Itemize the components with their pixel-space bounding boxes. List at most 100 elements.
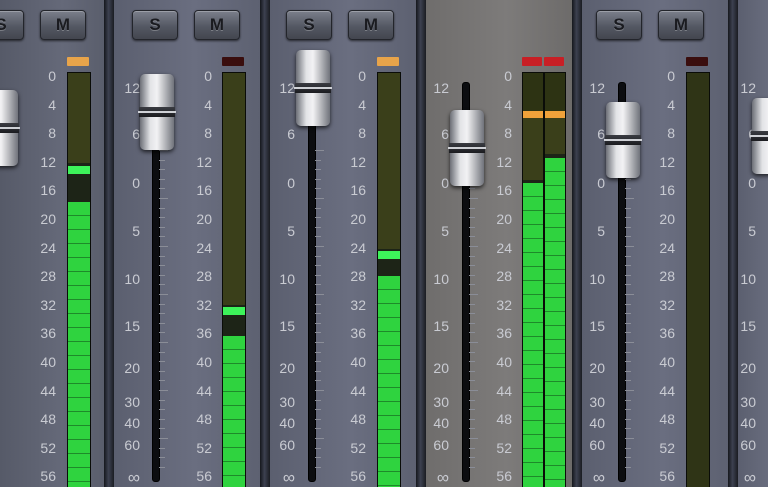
- fader-scale-label: 40: [124, 415, 140, 431]
- meter-scale-label: 52: [350, 439, 366, 456]
- fader-tick: [159, 265, 165, 267]
- fader-scale: 12605101520304060∞: [738, 0, 756, 487]
- fader-scale-label: 12: [740, 80, 756, 96]
- fader-tick: [159, 150, 168, 151]
- fader-tick: [159, 361, 165, 363]
- fader-scale-label: 20: [740, 360, 756, 376]
- fader-scale-infinity: ∞: [592, 468, 605, 487]
- fader-tick: [159, 409, 165, 411]
- fader-tick: [159, 322, 165, 324]
- fader-tick: [315, 466, 321, 468]
- meter-scale-label: 32: [196, 296, 212, 313]
- fader-tick: [625, 274, 631, 276]
- fader-tick: [159, 217, 165, 219]
- fader-tick: [315, 188, 321, 190]
- fader-tick: [159, 169, 165, 171]
- channel-strip-2: S M 12 6 0 5 10 15 20 30 40 60 ∞ 0 4 8 12 16 20 24 28 32 36…: [114, 0, 260, 487]
- meter-scale-label: 48: [496, 411, 512, 428]
- fader-tick: [159, 399, 165, 401]
- meter-scale-label: 28: [659, 268, 675, 285]
- meter-scale-label: 20: [659, 211, 675, 227]
- channel-strip-3: S M 12 6 0 5 10 15 20 30 40 60 ∞ 0 4 8 12 16 20 24 28 32 36…: [270, 0, 416, 487]
- fader-handle[interactable]: [0, 90, 20, 166]
- fader-scale-label: 20: [279, 360, 295, 376]
- fader-tick: [315, 447, 321, 449]
- fader-tick: [625, 390, 634, 391]
- meter-scale-label: 0: [504, 68, 512, 84]
- meter-scale-label: 32: [659, 296, 675, 313]
- fader-tick: [625, 313, 631, 315]
- clip-indicator: [222, 57, 244, 66]
- meter-scale-label: 8: [48, 125, 56, 142]
- meter-scale-label: 24: [40, 239, 56, 256]
- fader-tick: [315, 361, 321, 363]
- fader-tick: [159, 226, 165, 228]
- level-meter: [222, 72, 246, 487]
- fader-ticks: [315, 150, 324, 480]
- meter-scale-label: 40: [350, 354, 366, 370]
- fader-scale-label: 12: [124, 80, 140, 96]
- fader-scale-label: 5: [748, 223, 756, 239]
- meter-scale-label: 52: [196, 439, 212, 456]
- fader-handle[interactable]: [294, 50, 332, 126]
- fader-scale-label: 15: [279, 318, 295, 334]
- fader-tick: [625, 322, 631, 324]
- fader-tick: [625, 409, 631, 411]
- fader-tick: [625, 342, 634, 343]
- strip-divider: [104, 0, 114, 487]
- fader-scale-label: 40: [740, 415, 756, 431]
- fader-tick: [159, 370, 165, 372]
- meter-scale-label: 28: [40, 268, 56, 285]
- fader-handle[interactable]: [750, 98, 768, 174]
- meter-scale-label: 16: [40, 182, 56, 199]
- fader-tick: [315, 246, 324, 247]
- fader-scale-label: 0: [441, 175, 449, 191]
- fader-tick: [315, 370, 321, 372]
- fader-ticks: [625, 150, 634, 480]
- meter-scale-label: 20: [496, 211, 512, 227]
- fader-scale-label: 20: [433, 360, 449, 376]
- fader-tick: [625, 447, 631, 449]
- meter-scale-label: 52: [496, 439, 512, 456]
- meter-scale-label: 48: [40, 411, 56, 428]
- fader-handle[interactable]: [138, 74, 176, 150]
- fader-tick: [315, 198, 324, 199]
- meter-scale-label: 44: [496, 382, 512, 399]
- meter-scale-label: 24: [196, 239, 212, 256]
- strip-divider: [728, 0, 738, 487]
- fader-scale-label: 6: [441, 126, 449, 142]
- meter-scale-label: 8: [358, 125, 366, 142]
- fader-tick: [315, 428, 321, 430]
- fader-scale-label: 0: [748, 175, 756, 191]
- meter-scale-label: 12: [40, 153, 56, 170]
- meter-scale-label: 40: [196, 354, 212, 370]
- fader-tick: [625, 255, 631, 257]
- fader-tick: [159, 159, 165, 161]
- channel-strip-1: S M 0 4 8 12 16 20 24 28 32 36 40 44 48 52 56: [0, 0, 104, 487]
- fader-tick: [315, 236, 321, 238]
- fader-scale-label: 30: [124, 394, 140, 410]
- meter-scale-label: 36: [40, 325, 56, 342]
- clip-indicator-right: [544, 57, 564, 66]
- fader-tick: [625, 332, 631, 334]
- fader-tick: [315, 418, 321, 420]
- fader-scale: 12605101520304060∞: [114, 0, 140, 487]
- meter-scale-label: 4: [504, 96, 512, 113]
- meter-scale-label: 20: [40, 211, 56, 227]
- fader-scale-label: 15: [124, 318, 140, 334]
- fader-tick: [625, 207, 631, 209]
- fader-scale-label: 10: [124, 271, 140, 287]
- meter-scale-label: 40: [659, 354, 675, 370]
- fader-tick: [315, 342, 324, 343]
- strip-divider: [416, 0, 426, 487]
- meter-scale-label: 48: [659, 411, 675, 428]
- fader-tick: [315, 438, 324, 439]
- meter-scale-label: 32: [350, 296, 366, 313]
- meter-scale-label: 28: [350, 268, 366, 285]
- meter-scale-label: 0: [204, 68, 212, 84]
- fader-scale-label: 12: [433, 80, 449, 96]
- meter-scale-label: 8: [504, 125, 512, 142]
- fader-tick: [625, 418, 631, 420]
- fader-scale-label: 5: [597, 223, 605, 239]
- fader-tick: [315, 380, 321, 382]
